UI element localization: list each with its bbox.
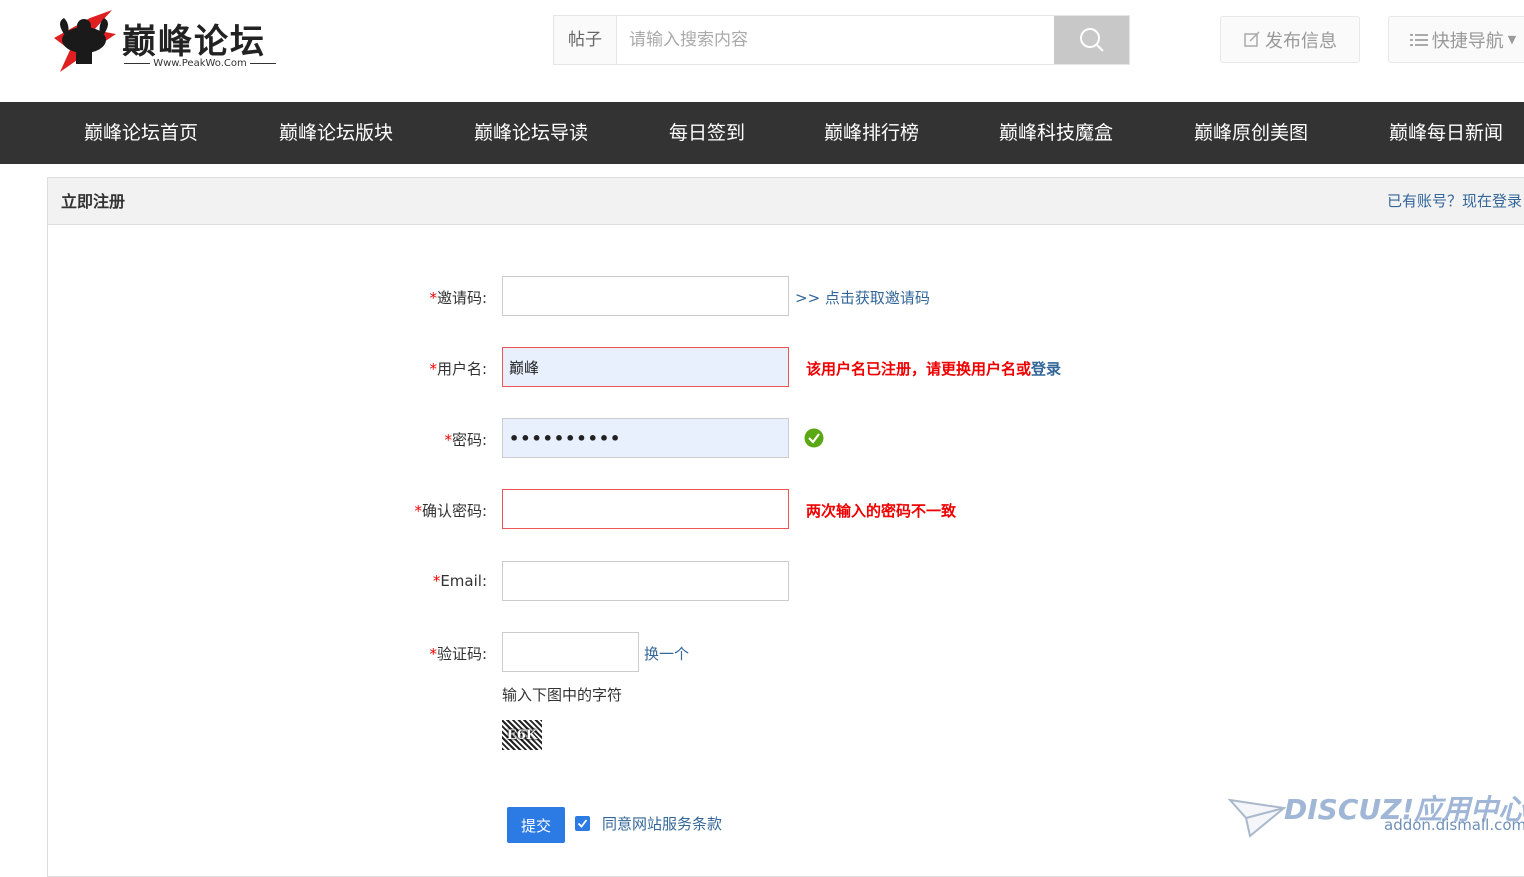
login-link[interactable]: 已有账号？现在登录 <box>1387 178 1522 225</box>
username-field[interactable] <box>502 347 789 387</box>
logo-text: 巅峰论坛 <box>122 22 266 62</box>
username-error: 该用户名已注册，请更换用户名或登录 <box>806 360 1062 378</box>
nav-item-tech-box[interactable]: 巅峰科技魔盒 <box>999 102 1113 164</box>
email-label: *Email: <box>432 572 487 590</box>
password-label: *密码: <box>444 431 487 449</box>
check-icon <box>804 428 824 448</box>
invite-code-field[interactable] <box>502 276 789 316</box>
terms-link[interactable]: 同意网站服务条款 <box>602 813 722 834</box>
discuz-watermark: DISCUZ!应用中心 addon.dismall.com <box>1228 786 1524 842</box>
paper-plane-icon <box>1228 798 1287 838</box>
page-title: 立即注册 <box>61 192 126 211</box>
checkmark-icon <box>577 819 588 828</box>
list-icon <box>1409 33 1428 46</box>
username-error-login-link[interactable]: 登录 <box>1031 360 1061 378</box>
edit-icon <box>1244 30 1260 47</box>
watermark-url: addon.dismall.com <box>1384 816 1524 834</box>
confirm-password-error: 两次输入的密码不一致 <box>806 502 957 520</box>
quick-nav-label: 快捷导航 <box>1431 30 1504 52</box>
chevron-down-icon: ▼ <box>1507 33 1517 46</box>
captcha-image[interactable]: E6K <box>502 720 542 750</box>
publish-button[interactable]: 发布信息 <box>1220 16 1360 63</box>
submit-button[interactable]: 提交 <box>507 807 565 843</box>
nav-item-home[interactable]: 巅峰论坛首页 <box>84 102 198 164</box>
captcha-field[interactable] <box>502 632 639 672</box>
nav-item-daily-news[interactable]: 巅峰每日新闻 <box>1389 102 1503 164</box>
get-invite-code-link[interactable]: >> 点击获取邀请码 <box>795 287 930 308</box>
nav-item-sections[interactable]: 巅峰论坛版块 <box>279 102 393 164</box>
nav-item-checkin[interactable]: 每日签到 <box>669 102 745 164</box>
invite-code-label: *邀请码: <box>429 289 487 307</box>
confirm-password-label: *确认密码: <box>414 502 487 520</box>
search-bar: 帖子 <box>553 15 1130 65</box>
captcha-label: *验证码: <box>429 645 487 663</box>
captcha-refresh-link[interactable]: 换一个 <box>644 643 689 664</box>
search-icon <box>1079 28 1104 52</box>
agree-checkbox[interactable] <box>575 816 590 831</box>
email-field[interactable] <box>502 561 789 601</box>
confirm-password-field[interactable] <box>502 489 789 529</box>
nav-item-guide[interactable]: 巅峰论坛导读 <box>474 102 588 164</box>
password-field[interactable] <box>502 418 789 458</box>
username-label: *用户名: <box>429 360 487 378</box>
nav-item-original-images[interactable]: 巅峰原创美图 <box>1194 102 1308 164</box>
search-input[interactable] <box>617 16 1055 64</box>
search-button[interactable] <box>1054 16 1129 64</box>
nav-item-ranking[interactable]: 巅峰排行榜 <box>824 102 919 164</box>
site-logo[interactable]: 巅峰论坛 Www.PeakWo.Com <box>50 8 282 74</box>
quick-nav-button[interactable]: 快捷导航 ▼ <box>1388 16 1524 63</box>
logo-url: Www.PeakWo.Com <box>120 58 280 69</box>
panel-header: 立即注册 已有账号？现在登录 <box>48 178 1524 225</box>
captcha-hint: 输入下图中的字符 <box>502 686 623 704</box>
bodybuilder-logo-icon <box>54 10 116 72</box>
main-nav: 巅峰论坛首页 巅峰论坛版块 巅峰论坛导读 每日签到 巅峰排行榜 巅峰科技魔盒 巅… <box>0 102 1524 164</box>
search-type-select[interactable]: 帖子 <box>554 16 617 64</box>
publish-label: 发布信息 <box>1265 30 1337 52</box>
